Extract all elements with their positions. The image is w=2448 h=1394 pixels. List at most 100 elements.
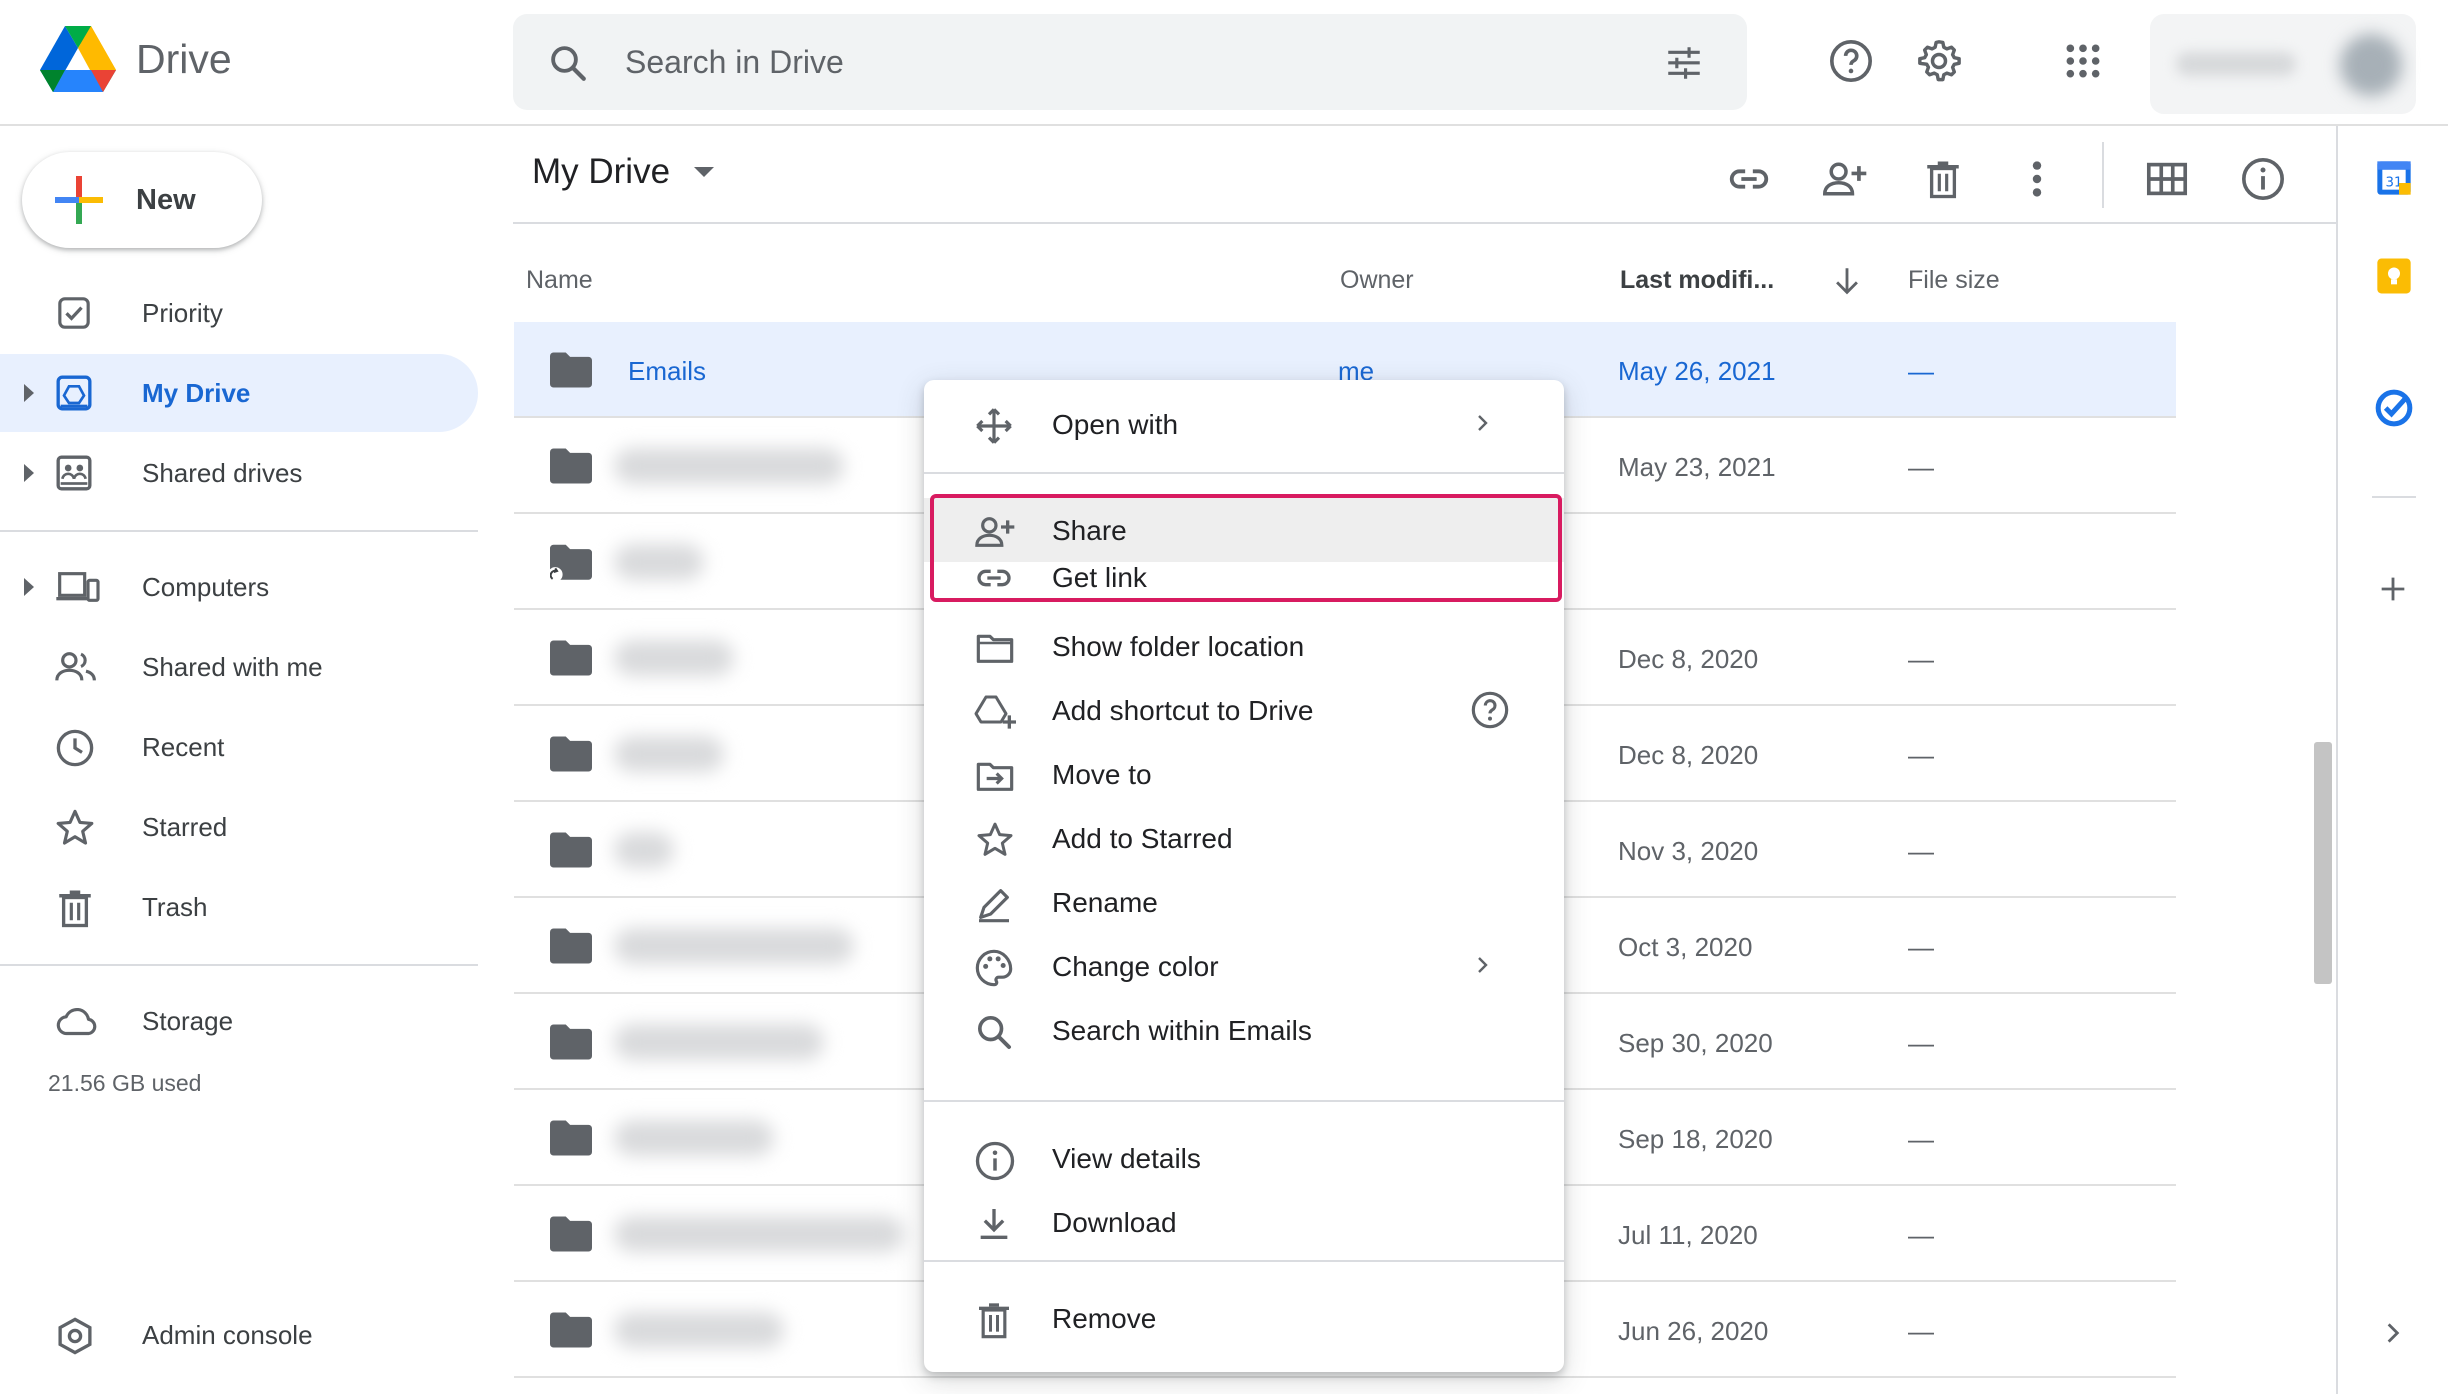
menu-item-show-folder-location[interactable]: Show folder location: [924, 614, 1564, 678]
computers-icon: [54, 567, 102, 607]
menu-item-view-details[interactable]: View details: [924, 1126, 1564, 1190]
sidebar-item-label: Priority: [142, 298, 223, 328]
menu-item-label: Add to Starred: [1052, 823, 1233, 854]
menu-item-add-to-starred[interactable]: Add to Starred: [924, 806, 1564, 870]
sidebar-item-priority[interactable]: Priority: [0, 274, 478, 352]
sidebar-item-shared-with-me[interactable]: Shared with me: [0, 628, 478, 706]
folder-shortcut-icon: [550, 544, 592, 584]
sidebar-item-storage[interactable]: Storage: [0, 982, 478, 1060]
toolbar-bottom-divider: [513, 222, 2336, 224]
sidebar-item-my-drive[interactable]: My Drive: [0, 354, 478, 432]
apps-grid-icon[interactable]: [2064, 42, 2102, 80]
account-name-redacted: [2176, 52, 2296, 76]
arrow-down-icon[interactable]: [1830, 264, 1864, 298]
menu-item-rename[interactable]: Rename: [924, 870, 1564, 934]
search-icon[interactable]: [547, 42, 589, 84]
file-name-redacted: [614, 736, 724, 772]
sidebar-item-label: Recent: [142, 732, 225, 762]
admin-console-icon: [54, 1315, 96, 1357]
menu-item-download[interactable]: Download: [924, 1190, 1564, 1254]
search-bar[interactable]: [513, 14, 1747, 110]
folder-icon: [550, 1312, 592, 1348]
link-icon[interactable]: [1726, 156, 1772, 202]
recent-icon: [54, 727, 96, 769]
file-size: —: [1908, 356, 1934, 386]
sidebar-item-starred[interactable]: Starred: [0, 788, 478, 866]
file-name-redacted: [614, 832, 674, 868]
menu-item-label: Download: [1052, 1207, 1177, 1238]
folder-icon: [550, 832, 592, 868]
search-options-icon[interactable]: [1663, 42, 1705, 84]
folder-icon: [550, 352, 592, 388]
sidebar-item-label: Computers: [142, 572, 270, 602]
sidebar-item-shared-drives[interactable]: Shared drives: [0, 434, 478, 512]
file-name: Emails: [628, 356, 707, 386]
trash-icon[interactable]: [1922, 156, 1964, 202]
column-header-owner[interactable]: Owner: [1340, 266, 1414, 295]
menu-item-search-within[interactable]: Search within Emails: [924, 998, 1564, 1062]
expand-caret-icon[interactable]: [24, 578, 34, 596]
more-vert-icon[interactable]: [2022, 156, 2052, 202]
menu-item-open-with[interactable]: Open with: [924, 392, 1564, 456]
tasks-icon[interactable]: [2374, 388, 2414, 428]
cloud-icon: [54, 1001, 102, 1041]
file-name-redacted: [614, 544, 704, 580]
gear-icon[interactable]: [1916, 38, 1962, 84]
keep-icon[interactable]: [2374, 256, 2414, 296]
file-modified-date: May 26, 2021: [1618, 356, 1776, 386]
folder-icon: [550, 928, 592, 964]
avatar[interactable]: [2340, 34, 2402, 96]
expand-caret-icon[interactable]: [24, 384, 34, 402]
menu-item-remove[interactable]: Remove: [924, 1286, 1564, 1350]
sidebar-item-recent[interactable]: Recent: [0, 708, 478, 786]
plus-icon[interactable]: [2376, 572, 2410, 606]
column-header-last-modified[interactable]: Last modifi...: [1620, 266, 1774, 295]
star-icon: [54, 807, 96, 849]
menu-item-label: Search within Emails: [1052, 1015, 1312, 1046]
menu-item-label: View details: [1052, 1143, 1201, 1174]
expand-caret-icon[interactable]: [24, 464, 34, 482]
add-person-icon[interactable]: [1822, 156, 1870, 202]
column-header-name[interactable]: Name: [526, 266, 593, 295]
folder-icon: [550, 448, 592, 484]
sidebar-divider: [0, 964, 478, 966]
menu-item-move-to[interactable]: Move to: [924, 742, 1564, 806]
search-input[interactable]: [625, 34, 1525, 90]
file-name-redacted: [614, 640, 734, 676]
sidebar-item-admin-console[interactable]: Admin console: [0, 1296, 478, 1374]
storage-label: Storage: [142, 1006, 234, 1036]
help-icon[interactable]: [1470, 690, 1510, 730]
menu-item-label: Show folder location: [1052, 631, 1305, 662]
folder-icon: [550, 1120, 592, 1156]
plus-icon: [55, 176, 103, 224]
column-header-file-size[interactable]: File size: [1908, 266, 2000, 295]
file-size: —: [1908, 452, 1934, 482]
info-icon[interactable]: [2240, 156, 2286, 202]
file-name-redacted: [614, 1312, 784, 1348]
app-name: Drive: [136, 36, 232, 82]
sidebar-item-computers[interactable]: Computers: [0, 548, 478, 626]
help-icon[interactable]: [1828, 38, 1874, 84]
grid-view-icon[interactable]: [2144, 156, 2190, 202]
scrollbar[interactable]: [2314, 742, 2332, 984]
menu-item-label: Open with: [1052, 409, 1179, 440]
file-name-redacted: [614, 1024, 824, 1060]
account-switcher[interactable]: [2150, 14, 2416, 114]
chevron-right-icon[interactable]: [2380, 1320, 2406, 1346]
sidebar-item-label: Admin console: [142, 1320, 313, 1350]
open-with-icon: [974, 406, 1014, 446]
chevron-down-icon: [694, 167, 715, 177]
file-name-redacted: [614, 1120, 774, 1156]
side-panel-divider: [2372, 496, 2416, 498]
drive-logo-icon[interactable]: [40, 26, 116, 94]
menu-item-add-shortcut[interactable]: Add shortcut to Drive: [924, 678, 1564, 742]
top-bar: Drive: [0, 0, 2448, 126]
shared-with-me-icon: [54, 647, 98, 687]
page-title-dropdown[interactable]: My Drive: [532, 152, 715, 192]
sidebar-item-trash[interactable]: Trash: [0, 868, 478, 946]
file-size: —: [1908, 1028, 1934, 1058]
new-button[interactable]: New: [22, 152, 262, 248]
menu-item-change-color[interactable]: Change color: [924, 934, 1564, 998]
calendar-icon[interactable]: 31: [2374, 158, 2414, 198]
file-size: —: [1908, 740, 1934, 770]
